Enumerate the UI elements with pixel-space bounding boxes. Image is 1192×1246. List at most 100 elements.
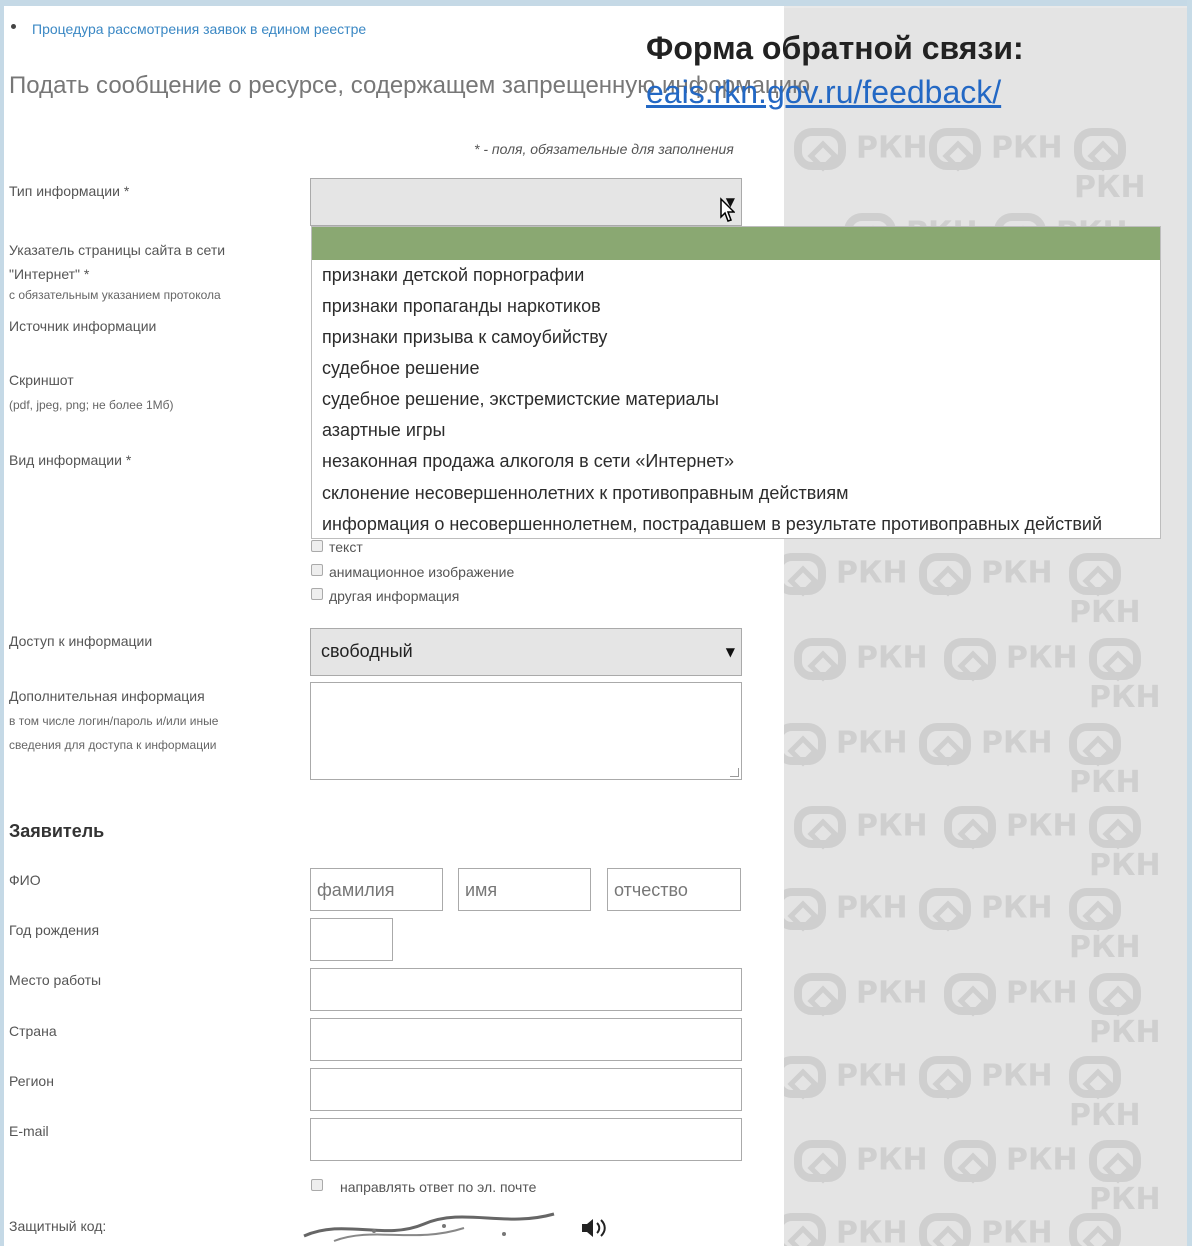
dropdown-option[interactable]: признаки призыва к самоубийству (322, 327, 607, 348)
view-text-label: текст (329, 539, 363, 555)
watermark-logo: РКН (794, 638, 928, 680)
dropdown-option[interactable]: азартные игры (322, 420, 445, 441)
source-label: Источник информации (9, 318, 157, 334)
watermark-logo: РКН (919, 1056, 1053, 1098)
dropdown-option[interactable]: признаки детской порнографии (322, 265, 584, 286)
watermark-logo: РКН (919, 1213, 1053, 1246)
screenshot-label: Скриншот (9, 372, 74, 388)
captcha-image (303, 1212, 555, 1242)
watermark-logo: РКН (784, 723, 908, 765)
view-other-label: другая информация (329, 588, 460, 604)
select-arrow-icon: ▼ (725, 645, 735, 659)
watermark-logo: РКН (944, 1140, 1078, 1182)
watermark-logo: РКН (1089, 806, 1187, 883)
fio-label: ФИО (9, 872, 41, 888)
extra-label: Дополнительная информация (9, 688, 205, 704)
rkn-logo-icon (1074, 128, 1126, 170)
watermark-logo: РКН (1089, 638, 1187, 715)
rkn-logo-icon (794, 128, 846, 170)
captcha-label: Защитный код: (9, 1218, 107, 1234)
rkn-logo-icon (784, 888, 826, 930)
email-input[interactable] (310, 1118, 742, 1161)
procedure-link[interactable]: Процедура рассмотрения заявок в едином р… (32, 21, 366, 37)
extra-info-textarea[interactable] (310, 682, 742, 780)
speaker-icon[interactable] (579, 1215, 609, 1241)
rkn-logo-icon (784, 723, 826, 765)
rkn-logo-icon (944, 1140, 996, 1182)
rkn-logo-icon (944, 806, 996, 848)
extra-hint-1: в том числе логин/пароль и/или иные (9, 714, 219, 728)
dropdown-option[interactable]: судебное решение (322, 358, 479, 379)
country-label: Страна (9, 1023, 57, 1039)
resize-handle-icon[interactable] (730, 768, 739, 777)
rkn-logo-icon (919, 1213, 971, 1246)
access-select[interactable]: свободный ▼ (310, 628, 742, 676)
required-note: * - поля, обязательные для заполнения (474, 141, 734, 157)
rkn-logo-icon (1069, 553, 1121, 595)
work-label: Место работы (9, 972, 102, 988)
surname-input[interactable]: фамилия (310, 868, 443, 911)
view-animation-label: анимационное изображение (329, 564, 515, 580)
rkn-logo-icon (1069, 723, 1121, 765)
watermark-logo: РКН (919, 888, 1053, 930)
watermark-logo: РКН (1069, 888, 1187, 965)
right-border (1187, 0, 1192, 1246)
region-input[interactable] (310, 1068, 742, 1111)
dropdown-option[interactable]: склонение несовершеннолетних к противопр… (322, 483, 848, 504)
watermark-logo: РКН (1069, 553, 1187, 630)
reply-email-checkbox[interactable] (311, 1179, 323, 1191)
dropdown-option[interactable]: информация о несовершеннолетнем, пострад… (322, 514, 1102, 535)
bullet-icon (11, 24, 16, 29)
rkn-logo-icon (919, 1056, 971, 1098)
form-page: Процедура рассмотрения заявок в едином р… (4, 6, 810, 1246)
watermark-logo: РКН (794, 128, 928, 170)
rkn-logo-icon (1069, 1056, 1121, 1098)
extra-hint-2: сведения для доступа к информации (9, 738, 217, 752)
dropdown-option[interactable]: незаконная продажа алкоголя в сети «Инте… (322, 451, 734, 472)
rkn-logo-icon (1089, 638, 1141, 680)
url-hint: с обязательным указанием протокола (9, 288, 221, 302)
view-other-checkbox[interactable] (311, 588, 323, 600)
birth-year-label: Год рождения (9, 922, 100, 938)
watermark-logo: РКН (794, 1140, 928, 1182)
dropdown-selected-empty-option[interactable] (312, 227, 1160, 260)
watermark-logo: РКН (944, 973, 1078, 1015)
rkn-logo-icon (1089, 973, 1141, 1015)
info-type-select[interactable]: ▼ (310, 178, 742, 226)
name-input[interactable]: имя (458, 868, 591, 911)
reply-email-label: направлять ответ по эл. почте (340, 1179, 537, 1195)
view-animation-checkbox[interactable] (311, 564, 323, 576)
access-select-value: свободный (321, 641, 413, 661)
overlay-title: Форма обратной связи: (646, 30, 1024, 66)
dropdown-option[interactable]: признаки пропаганды наркотиков (322, 296, 601, 317)
watermark-logo: РКН (1069, 1213, 1187, 1246)
applicant-heading: Заявитель (9, 821, 105, 841)
watermark-logo: РКН (944, 638, 1078, 680)
country-input[interactable] (310, 1018, 742, 1061)
work-input[interactable] (310, 968, 742, 1011)
watermark-logo: РКН (1089, 1140, 1187, 1217)
watermark-area: РКН РКН РКН РКН РКН РКН РКН РКН РКН РКН … (784, 8, 1187, 1246)
rkn-logo-icon (919, 723, 971, 765)
rkn-logo-icon (919, 553, 971, 595)
rkn-logo-icon (784, 1056, 826, 1098)
rkn-logo-icon (1089, 1140, 1141, 1182)
rkn-logo-icon (1069, 888, 1121, 930)
browser-frame: РКН РКН РКН РКН РКН РКН РКН РКН РКН РКН … (0, 0, 1192, 1246)
patronymic-input[interactable]: отчество (607, 868, 741, 911)
watermark-logo: РКН (784, 1213, 908, 1246)
rkn-logo-icon (1089, 806, 1141, 848)
rkn-logo-icon (944, 638, 996, 680)
watermark-logo: РКН (944, 806, 1078, 848)
dropdown-option[interactable]: судебное решение, экстремистские материа… (322, 389, 719, 410)
patronymic-placeholder: отчество (614, 880, 688, 900)
info-type-dropdown[interactable]: признаки детской порнографии признаки пр… (311, 226, 1161, 539)
watermark-logo: РКН (919, 723, 1053, 765)
rkn-logo-icon (784, 553, 826, 595)
feedback-link[interactable]: eais.rkn.gov.ru/feedback/ (646, 74, 1001, 111)
info-type-label: Тип информации * (9, 183, 130, 199)
view-text-checkbox[interactable] (311, 540, 323, 552)
birth-year-input[interactable] (310, 918, 393, 961)
view-label: Вид информации * (9, 452, 132, 468)
rkn-logo-icon (929, 128, 981, 170)
